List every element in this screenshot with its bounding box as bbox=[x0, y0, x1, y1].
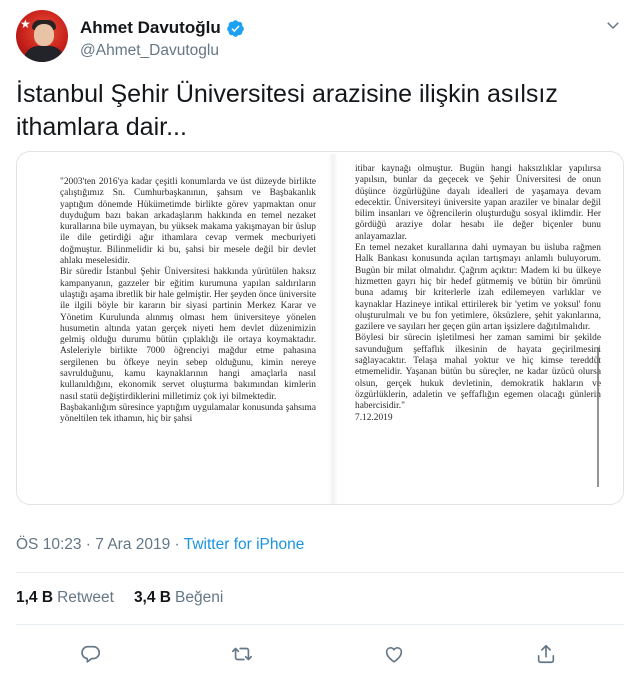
divider bbox=[16, 624, 624, 625]
chevron-down-icon[interactable] bbox=[604, 16, 622, 34]
avatar-face bbox=[34, 24, 54, 46]
reply-icon bbox=[81, 645, 101, 663]
like-count: 3,4 B bbox=[133, 589, 171, 606]
tweet-timestamp[interactable]: ÖS 10:23 · 7 Ara 2019 · bbox=[16, 536, 184, 553]
tweet-source-link[interactable]: Twitter for iPhone bbox=[184, 536, 305, 553]
tweet-actions bbox=[0, 640, 640, 668]
avatar-suit bbox=[24, 46, 64, 62]
name-row: Ahmet Davutoğlu bbox=[80, 18, 245, 38]
document-paragraph: Başbakanlığım süresince yaptığım uygulam… bbox=[60, 402, 316, 425]
like-label: Beğeni bbox=[175, 589, 224, 606]
share-icon bbox=[537, 644, 555, 664]
share-button[interactable] bbox=[532, 640, 560, 668]
document-date: 7.12.2019 bbox=[355, 412, 393, 423]
like-button[interactable] bbox=[380, 640, 408, 668]
tweet-image[interactable]: "2003'ten 2016'ya kadar çeşitli konumlar… bbox=[16, 151, 624, 505]
display-name[interactable]: Ahmet Davutoğlu bbox=[80, 18, 221, 38]
document-paragraph: Böylesi bir sürecin işletilmesi her zama… bbox=[355, 333, 601, 412]
retweet-count: 1,4 B bbox=[16, 589, 54, 606]
retweet-label: Retweet bbox=[57, 589, 114, 606]
user-handle[interactable]: @Ahmet_Davutoglu bbox=[80, 42, 219, 60]
document-paragraph: itibar kaynağı olmuştur. Bugün hangi hak… bbox=[355, 164, 601, 242]
verified-badge-icon bbox=[226, 19, 244, 37]
document-left-column: "2003'ten 2016'ya kadar çeşitli konumlar… bbox=[60, 177, 316, 426]
retweet-stat[interactable]: 1,4 B Retweet bbox=[16, 589, 114, 607]
avatar[interactable]: ★ bbox=[16, 10, 68, 62]
like-stat[interactable]: 3,4 B Beğeni bbox=[134, 589, 223, 607]
tweet-header: ★ Ahmet Davutoğlu @Ahmet_Davutoglu bbox=[16, 10, 624, 64]
flag-star-icon: ★ bbox=[20, 17, 31, 31]
retweet-button[interactable] bbox=[228, 640, 256, 668]
reply-button[interactable] bbox=[77, 640, 105, 668]
document-paragraph: En temel nezaket kurallarına dahi uymaya… bbox=[355, 243, 601, 333]
document-paragraph: "2003'ten 2016'ya kadar çeşitli konumlar… bbox=[60, 177, 316, 267]
scan-artifact bbox=[597, 347, 599, 487]
tweet-meta: ÖS 10:23 · 7 Ara 2019 · Twitter for iPho… bbox=[16, 536, 304, 554]
document-right-column: itibar kaynağı olmuştur. Bugün hangi hak… bbox=[355, 164, 601, 424]
divider bbox=[16, 572, 624, 573]
retweet-icon bbox=[232, 647, 252, 661]
heart-icon bbox=[385, 647, 403, 663]
tweet-text: İstanbul Şehir Üniversitesi arazisine il… bbox=[16, 80, 558, 141]
tweet-stats: 1,4 B Retweet 3,4 B Beğeni bbox=[16, 589, 223, 607]
page-fold bbox=[328, 154, 338, 504]
document-paragraph: Bir süredir İstanbul Şehir Üniversitesi … bbox=[60, 267, 316, 402]
